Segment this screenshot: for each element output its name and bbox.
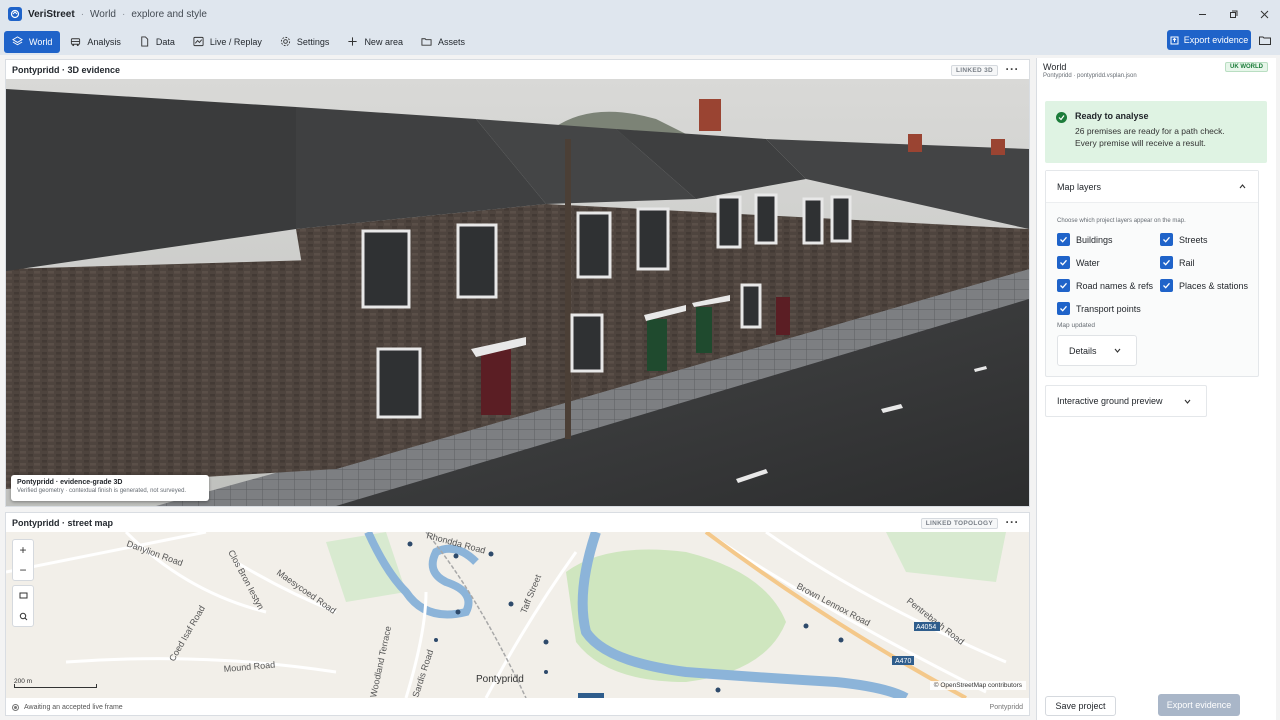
status-text: Awaiting an accepted live frame xyxy=(24,703,123,711)
overlay-title: Pontypridd · evidence-grade 3D xyxy=(17,479,123,486)
checkbox-checked-icon xyxy=(1057,279,1070,292)
checkbox-checked-icon xyxy=(1160,279,1173,292)
details-dropdown[interactable]: Details xyxy=(1057,335,1137,366)
tab-world[interactable]: World xyxy=(4,30,61,53)
map-tools-control xyxy=(12,585,34,627)
project-file: Pontypridd · pontypridd.vsplan.json xyxy=(1043,73,1137,79)
export-icon xyxy=(1170,36,1179,44)
chevron-up-icon xyxy=(1239,184,1246,189)
evidence-overlay-card: Pontypridd · evidence-grade 3D Verified … xyxy=(11,475,209,501)
plus-icon xyxy=(348,37,358,46)
car-icon xyxy=(71,38,81,47)
street-map-canvas[interactable]: Danylion Road Clos Bron Iestyn Maesycoed… xyxy=(6,532,1029,698)
app-name: VeriStreet xyxy=(28,8,75,20)
search-icon xyxy=(19,612,27,620)
road-ref-label: A470 xyxy=(895,658,911,665)
tab-new-area[interactable]: New area xyxy=(339,31,411,53)
map-header: Pontypridd · street map LINKED TOPOLOGY … xyxy=(6,513,1029,533)
tab-analysis[interactable]: Analysis xyxy=(62,31,129,53)
map-scale-bar xyxy=(14,684,97,688)
check-circle-icon xyxy=(1056,112,1067,123)
overlay-subtitle: Verified geometry · contextual finish is… xyxy=(17,488,187,494)
minimize-button[interactable] xyxy=(1187,0,1218,28)
zoom-in-button[interactable]: + xyxy=(13,540,33,560)
title-section: World xyxy=(90,8,116,20)
tab-assets[interactable]: Assets xyxy=(413,31,473,53)
file-icon xyxy=(141,36,149,47)
gear-icon xyxy=(280,36,290,47)
map-attribution[interactable]: © OpenStreetMap contributors xyxy=(929,681,1026,690)
world-side-panel: World Pontypridd · pontypridd.vsplan.jso… xyxy=(1036,58,1276,720)
map-updated-label: Map updated xyxy=(1057,322,1095,329)
zoom-out-button[interactable]: − xyxy=(13,560,33,580)
layer-toggle-streets[interactable]: Streets xyxy=(1160,233,1208,246)
checkbox-checked-icon xyxy=(1160,233,1173,246)
zoom-control: + − xyxy=(12,539,34,581)
maximize-button[interactable] xyxy=(1218,0,1249,28)
map-title: Pontypridd · street map xyxy=(12,518,114,528)
map-layers-header[interactable]: Map layers xyxy=(1046,171,1258,203)
layer-toggle-buildings[interactable]: Buildings xyxy=(1057,233,1113,246)
layer-toggle-road-names[interactable]: Road names & refs xyxy=(1057,279,1153,292)
layers-icon xyxy=(12,36,23,46)
ready-line-1: 26 premises are ready for a path check. xyxy=(1075,126,1225,136)
status-location: Pontypridd xyxy=(989,703,1023,711)
map-layers-section: Map layers Choose which project layers a… xyxy=(1045,170,1259,377)
tab-data[interactable]: Data xyxy=(131,31,183,53)
layer-toggle-rail[interactable]: Rail xyxy=(1160,256,1195,269)
fit-view-button[interactable] xyxy=(13,586,33,606)
main-toolbar: World Analysis Data Live / Replay Settin… xyxy=(0,28,1280,55)
linked-3d-badge: LINKED 3D xyxy=(950,65,998,76)
chevron-down-icon xyxy=(1184,399,1190,404)
title-subsection: explore and style xyxy=(131,8,207,20)
checkbox-checked-icon xyxy=(1057,302,1070,315)
checkbox-checked-icon xyxy=(1057,256,1070,269)
viewer-more-button[interactable]: ··· xyxy=(1006,62,1020,76)
search-map-button[interactable] xyxy=(13,606,33,626)
save-project-button[interactable]: Save project xyxy=(1045,696,1116,716)
layer-toggle-transport[interactable]: Transport points xyxy=(1057,302,1141,315)
layer-toggle-water[interactable]: Water xyxy=(1057,256,1100,269)
tab-settings[interactable]: Settings xyxy=(272,31,338,53)
live-icon xyxy=(193,36,204,47)
road-ref-label: A4054 xyxy=(916,624,936,631)
map-label: Pontypridd xyxy=(476,674,524,685)
tab-live-replay[interactable]: Live / Replay xyxy=(185,31,270,53)
app-logo-icon xyxy=(8,7,22,21)
export-evidence-button[interactable]: Export evidence xyxy=(1167,30,1251,50)
ground-preview-toggle[interactable]: Interactive ground preview xyxy=(1045,385,1207,417)
viewer-header: Pontypridd · 3D evidence LINKED 3D ··· xyxy=(6,60,1029,80)
status-icon xyxy=(12,703,19,711)
layer-toggle-places[interactable]: Places & stations xyxy=(1160,279,1248,292)
linked-topology-badge: LINKED TOPOLOGY xyxy=(920,518,998,529)
frame-icon xyxy=(19,592,27,599)
ready-title: Ready to analyse xyxy=(1075,111,1149,121)
checkbox-checked-icon xyxy=(1057,233,1070,246)
open-folder-icon[interactable] xyxy=(1258,33,1272,47)
viewer-title: Pontypridd · 3D evidence xyxy=(12,65,121,75)
ready-line-2: Every premise will receive a result. xyxy=(1075,138,1206,148)
layers-hint: Choose which project layers appear on th… xyxy=(1057,218,1186,224)
title-bar: VeriStreet · World · explore and style xyxy=(0,0,1280,28)
ready-banner: Ready to analyse 26 premises are ready f… xyxy=(1045,101,1267,163)
checkbox-checked-icon xyxy=(1160,256,1173,269)
chevron-down-icon xyxy=(1114,348,1120,353)
street-3d-scene[interactable] xyxy=(6,79,1029,506)
side-title: World xyxy=(1043,62,1067,72)
map-more-button[interactable]: ··· xyxy=(1006,515,1020,529)
uk-world-badge: UK WORLD xyxy=(1225,62,1268,72)
close-button[interactable] xyxy=(1249,0,1280,28)
export-evidence-bottom-button[interactable]: Export evidence xyxy=(1158,694,1240,716)
status-bar: Awaiting an accepted live frame Pontypri… xyxy=(6,699,1029,715)
folder-icon xyxy=(421,38,432,46)
